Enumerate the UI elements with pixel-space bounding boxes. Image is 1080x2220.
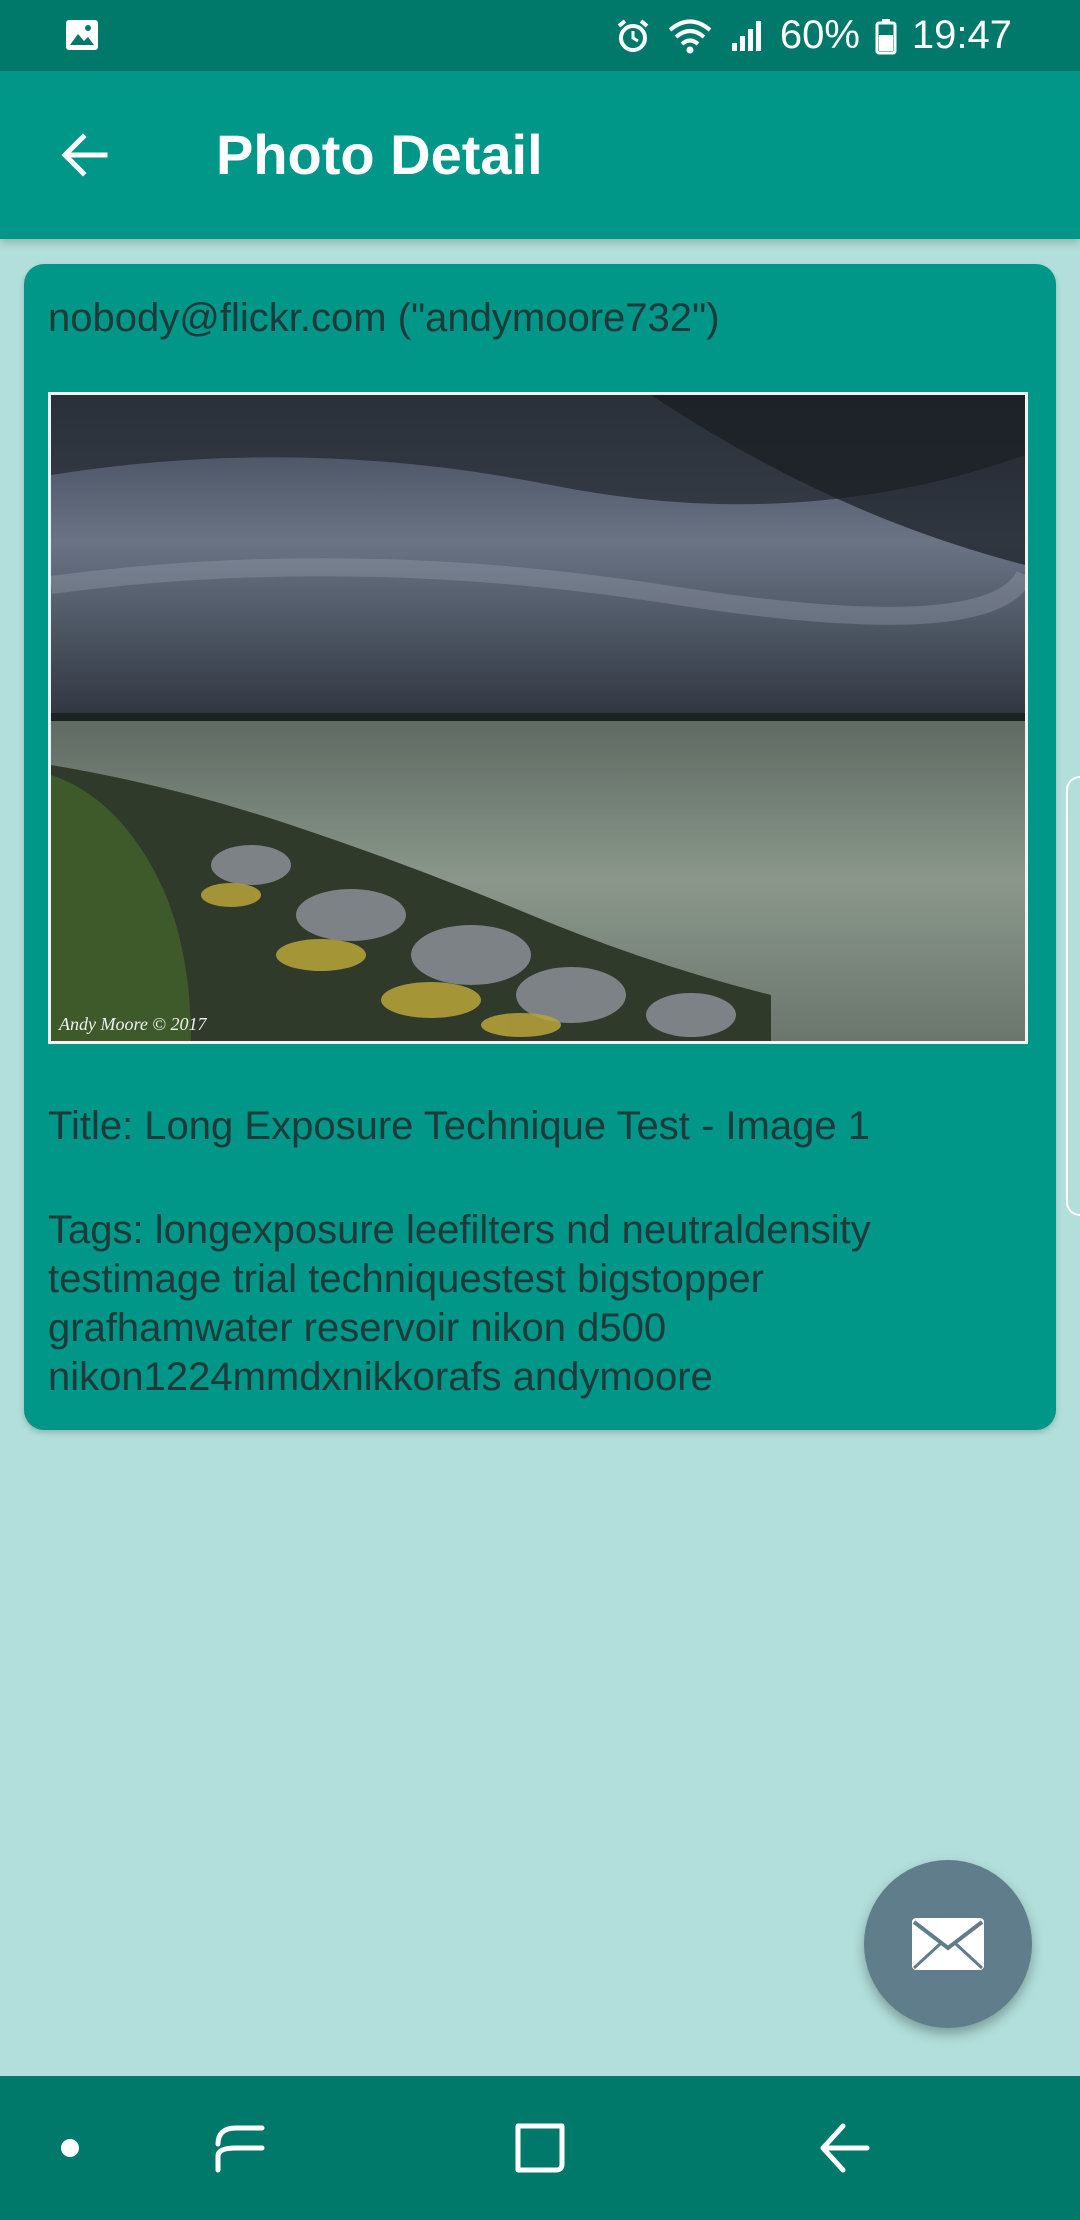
email-fab-button[interactable] — [864, 1860, 1032, 2028]
battery-percent: 60% — [779, 13, 860, 57]
nav-home-button[interactable] — [490, 2076, 590, 2220]
battery-icon — [874, 17, 898, 55]
nav-recents-button[interactable] — [190, 2076, 290, 2220]
home-icon — [515, 2123, 565, 2173]
wifi-icon — [666, 17, 714, 55]
image-icon — [64, 17, 100, 53]
status-icons: 60% 19:47 — [614, 0, 1012, 71]
landscape-photo — [51, 395, 1025, 1041]
clock-time: 19:47 — [911, 13, 1012, 57]
system-nav-bar — [0, 2076, 1080, 2220]
photo-detail-card: nobody@flickr.com ("andymoore732") Andy … — [24, 264, 1056, 1430]
page-title: Photo Detail — [216, 123, 543, 186]
photo-title: Title: Long Exposure Technique Test - Im… — [48, 1104, 870, 1148]
edge-panel-handle[interactable] — [1066, 776, 1080, 1216]
photo-watermark: Andy Moore © 2017 — [59, 1014, 207, 1034]
alarm-icon — [614, 17, 652, 55]
nav-back-button[interactable] — [795, 2076, 895, 2220]
back-button[interactable] — [40, 115, 130, 195]
nav-dot-button[interactable] — [30, 2076, 110, 2220]
recents-icon — [215, 2125, 265, 2173]
status-bar: 60% 19:47 — [0, 0, 1080, 71]
arrow-back-icon — [61, 133, 108, 177]
photo-tags: Tags: longexposure leefilters nd neutral… — [48, 1208, 871, 1399]
photo-image[interactable]: Andy Moore © 2017 — [48, 392, 1028, 1044]
mail-icon — [912, 1918, 984, 1970]
back-icon — [820, 2123, 870, 2173]
signal-icon — [728, 17, 766, 55]
app-bar: Photo Detail — [0, 71, 1080, 239]
photo-author: nobody@flickr.com ("andymoore732") — [48, 296, 720, 340]
dot-icon — [61, 2139, 79, 2157]
